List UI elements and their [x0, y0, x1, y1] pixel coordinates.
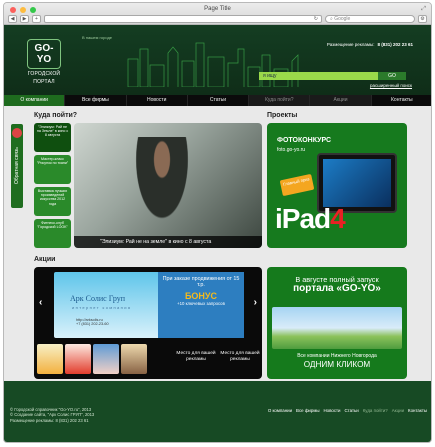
portal-title: В августе полный запуск портала «GO-YO»	[267, 275, 407, 294]
where-list: "Элизиум: Рай не на Земле" в кино с 8 ав…	[34, 123, 71, 248]
logo-line2: ПОРТАЛ	[33, 79, 55, 85]
promo-thumb[interactable]	[93, 344, 119, 374]
search-button[interactable]: GO	[378, 72, 406, 80]
advanced-search-link[interactable]: расширенный поиск	[370, 83, 412, 88]
ad-phone: Размещение рекламы: 8 (831) 202 23 61	[327, 42, 413, 47]
fullscreen-icon[interactable]: ⤢	[421, 6, 426, 13]
footer-link-promos[interactable]: Акции	[392, 408, 404, 413]
footer-link-news[interactable]: Новости	[324, 408, 341, 413]
reload-icon[interactable]: ↻	[314, 16, 318, 22]
footer-link-where[interactable]: Куда пойти?	[363, 408, 388, 413]
projects-heading: Проекты	[267, 112, 298, 119]
menu-item-contacts[interactable]: Контакты	[372, 95, 431, 106]
where-card[interactable]: Мастер-класс "Рисунок по ткани"	[34, 155, 71, 184]
where-main-caption: "Элизиум: Рай не на земле" в кино с 8 ав…	[74, 236, 262, 248]
new-tab-button[interactable]: +	[32, 15, 41, 23]
ad-phone-label: Размещение рекламы:	[326, 42, 375, 47]
portal-city-image	[272, 307, 402, 349]
footer-link-articles[interactable]: Статьи	[345, 408, 359, 413]
prize-name: iPad	[275, 203, 331, 234]
where-card[interactable]: "Элизиум: Рай не на Земле" в кино с 8 ав…	[34, 123, 71, 152]
logo-badge: GO-YO	[27, 39, 61, 69]
footer-menu: О компании Все фирмы Новости Статьи Куда…	[268, 408, 427, 413]
ad-slot[interactable]: Место для вашей рекламы	[176, 351, 216, 363]
menu-item-promos[interactable]: Акции	[310, 95, 372, 106]
address-bar[interactable]: ↻	[44, 15, 322, 23]
forward-button[interactable]: ▶	[20, 15, 29, 23]
site-logo[interactable]: GO-YO ГОРОДСКОЙ ПОРТАЛ	[24, 39, 64, 91]
promo-offer: При заказе продвижения от 15 т.р. БОНУС …	[158, 272, 244, 338]
promo-thumb[interactable]	[37, 344, 63, 374]
portal-banner[interactable]: В августе полный запуск портала «GO-YO» В…	[267, 267, 407, 379]
browser-window: Page Title ⤢ ◀ ▶ + ↻ ⌕ Google ⚙ В нашем …	[3, 2, 432, 443]
prev-arrow-icon[interactable]: ‹	[39, 297, 42, 308]
menu-item-where[interactable]: Куда пойти?	[249, 95, 311, 106]
promo-company-sub: интернет компания	[72, 305, 132, 310]
footer-link-contacts[interactable]: Контакты	[408, 408, 427, 413]
promo-slide[interactable]: Арк Солис Груп интернет компания http://…	[54, 272, 244, 338]
menu-item-news[interactable]: Новости	[127, 95, 188, 106]
menu-item-articles[interactable]: Статьи	[188, 95, 250, 106]
menu-item-about[interactable]: О компании	[4, 95, 66, 106]
portal-line4: ОДНИМ КЛИКОМ	[303, 360, 371, 369]
where-card[interactable]: Фитнесс-клуб "Городской LOOK"	[34, 219, 71, 248]
google-search-input[interactable]: ⌕ Google	[325, 15, 415, 23]
prize-title: iPad4	[275, 203, 346, 235]
prize-number: 4	[330, 203, 346, 234]
promo-bonus: БОНУС	[184, 291, 218, 301]
promo-thumb[interactable]	[121, 344, 147, 374]
window-title: Page Title	[204, 6, 231, 12]
site-footer: © Городской справочник "Go-YO.ru", 2013 …	[4, 381, 431, 442]
promo-phone: +7 (831) 202-23-60	[76, 322, 109, 326]
promo-thumbnails	[37, 344, 147, 374]
ad-phone-number: 8 (831) 202 23 61	[377, 42, 413, 47]
site-header: В нашем городе GO-YO ГОРОДСКОЙ ПОРТАЛ Ра…	[4, 25, 431, 95]
footer-link-firms[interactable]: Все фирмы	[296, 408, 319, 413]
portal-line2: портала «GO-YO»	[293, 283, 381, 294]
promo-bonus-text: +10 ключевых запросов	[177, 301, 225, 306]
projects-banner[interactable]: ФОТОКОНКУРС foto.go-yo.ru Главный приз i…	[267, 123, 407, 248]
promos-heading: Акции	[34, 256, 56, 263]
footer-copy3: Размещение рекламы: 8 (831) 202 23 61	[10, 417, 89, 423]
promo-company: Арк Солис Груп	[70, 294, 126, 303]
search-input[interactable]: я ищу	[259, 72, 378, 80]
feedback-icon[interactable]	[12, 128, 22, 138]
back-button[interactable]: ◀	[8, 15, 17, 23]
header-note: В нашем городе	[82, 35, 113, 40]
where-main-image[interactable]: "Элизиум: Рай не на земле" в кино с 8 ав…	[74, 123, 262, 248]
promo-slider: ‹ › Арк Солис Груп интернет компания htt…	[34, 267, 262, 379]
main-menu: О компании Все фирмы Новости Статьи Куда…	[4, 95, 431, 106]
next-arrow-icon[interactable]: ›	[254, 297, 257, 308]
promo-offer-text: При заказе продвижения от 15 т.р.	[162, 276, 240, 288]
footer-copyright: © Городской справочник "Go-YO.ru", 2013 …	[10, 407, 94, 423]
content-area: Обратная связь Куда пойти? "Элизиум: Рай…	[4, 106, 431, 381]
title-bar: Page Title ⤢ ◀ ▶ + ↻ ⌕ Google ⚙	[4, 3, 431, 25]
contest-title: ФОТОКОНКУРС	[277, 137, 332, 144]
promo-url: http://arksolis.ru +7 (831) 202-23-60	[76, 318, 109, 326]
contest-site: foto.go-yo.ru	[277, 147, 306, 153]
menu-item-firms[interactable]: Все фирмы	[65, 95, 127, 106]
settings-button[interactable]: ⚙	[418, 15, 427, 23]
ad-slot[interactable]: Место для вашей рекламы	[220, 351, 260, 363]
where-card[interactable]: Выставка лучших произведений искусства 2…	[34, 187, 71, 216]
prize-badge: Главный приз	[279, 173, 315, 197]
site-search: я ищу GO	[259, 72, 406, 80]
browser-toolbar: ◀ ▶ + ↻ ⌕ Google ⚙	[8, 15, 427, 23]
promo-thumb[interactable]	[65, 344, 91, 374]
where-heading: Куда пойти?	[34, 112, 78, 119]
google-placeholder: Google	[334, 16, 351, 22]
movie-figure	[132, 137, 192, 227]
logo-line1: ГОРОДСКОЙ	[27, 71, 61, 77]
portal-line3: Все компании Нижнего Новгорода	[297, 353, 377, 359]
footer-link-about[interactable]: О компании	[268, 408, 292, 413]
